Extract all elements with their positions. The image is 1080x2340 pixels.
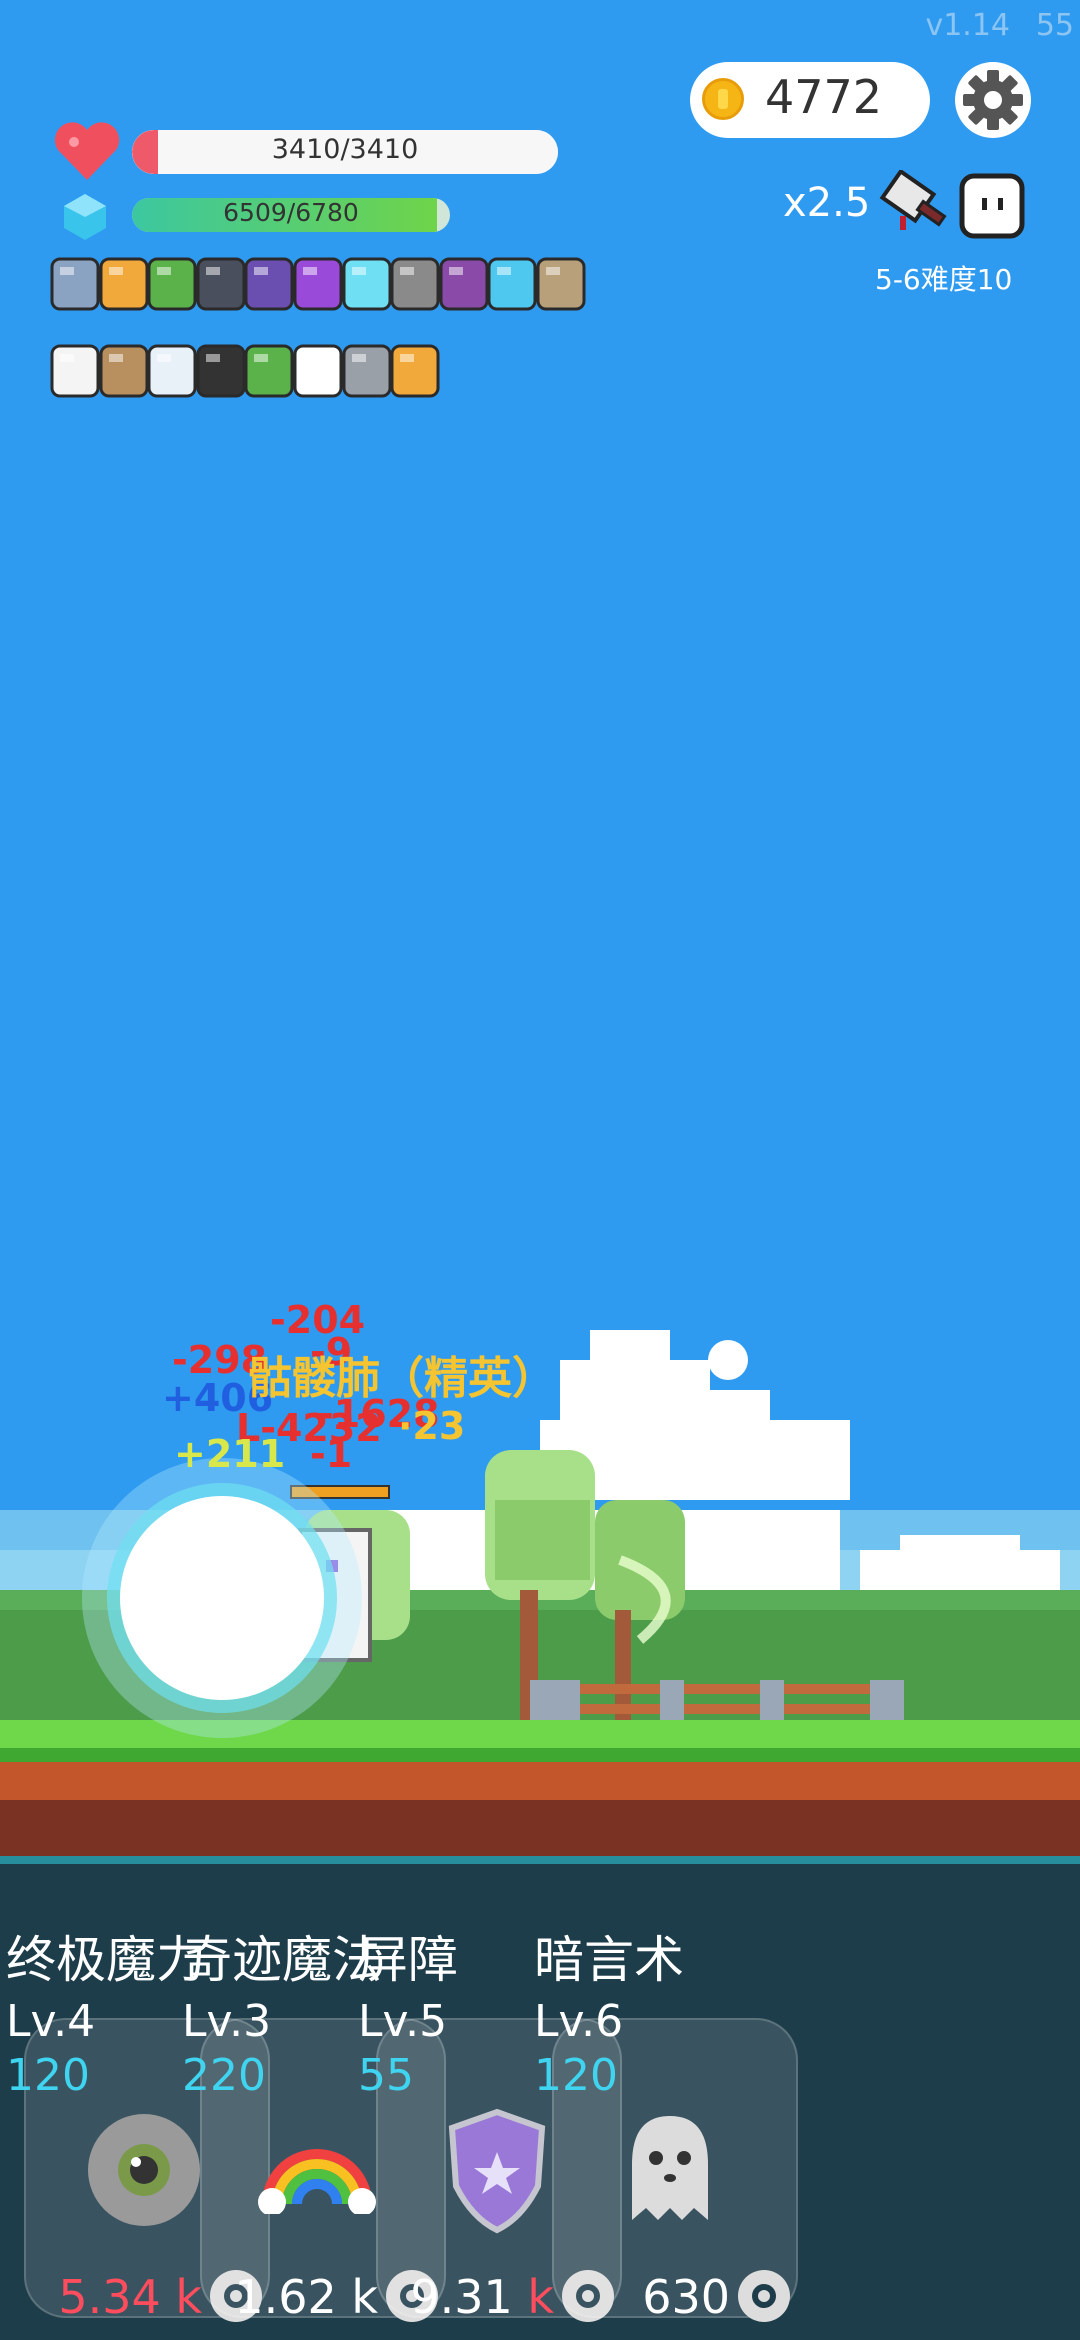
skill-damage-value: 9.31: [410, 2270, 513, 2324]
skill-damage-value: 1.62: [234, 2270, 337, 2324]
skill-level: Lv.6: [534, 1996, 624, 2047]
heart-icon: [52, 120, 122, 186]
dagger-icon[interactable]: [530, 253, 592, 315]
skill-damage-value: 630: [642, 2270, 730, 2324]
coin-icon: [702, 78, 744, 120]
gear-icon: [963, 70, 1023, 130]
damage-number: -1: [310, 1432, 353, 1476]
skill-cost: 220: [182, 2050, 266, 2101]
book-icon[interactable]: [384, 340, 446, 402]
mp-text: 6509/6780: [223, 198, 359, 227]
upgrade-icon[interactable]: [734, 2266, 794, 2326]
skill-level: Lv.3: [182, 1996, 272, 2047]
skill-name: 终极魔力: [6, 1931, 206, 1989]
skill-damage-value: 5.34: [58, 2270, 161, 2324]
ghost-enemy-icon: [958, 172, 1026, 244]
skill-name: 奇迹魔法: [182, 1931, 382, 1989]
skill-damage: 630: [642, 2270, 730, 2324]
skill-damage: 9.31 k: [410, 2270, 554, 2324]
skill-cost: 120: [6, 2050, 90, 2101]
skill-name: 暗言术: [534, 1931, 684, 1989]
eye-icon: [88, 2114, 200, 2226]
skill-slot-4[interactable]: 暗言术 Lv.6 120 630: [534, 1920, 800, 2324]
enemy-name: 骷髅肺（精英）: [248, 1353, 556, 1404]
skill-level: Lv.4: [6, 1996, 96, 2047]
cleaver-icon[interactable]: [878, 168, 952, 248]
skill-cost: 55: [358, 2050, 414, 2101]
version-label: v1.14: [925, 8, 1010, 43]
settings-button[interactable]: [955, 62, 1031, 138]
hp-text: 3410/3410: [271, 134, 419, 165]
skill-name: 屏障: [358, 1931, 458, 1989]
skill-damage: 5.34 k: [58, 2270, 202, 2324]
gold-value: 4772: [765, 70, 883, 124]
skill-damage: 1.62 k: [234, 2270, 378, 2324]
skill-level: Lv.5: [358, 1996, 448, 2047]
mana-crystal-icon: [60, 192, 110, 246]
rainbow-icon: [258, 2149, 376, 2214]
stage-difficulty: 5-6难度10: [875, 263, 1013, 296]
speed-multiplier[interactable]: x2.5: [783, 180, 870, 226]
damage-number: ·23: [398, 1404, 466, 1448]
heal-number: +211: [174, 1432, 286, 1476]
shield-star-icon: [448, 2108, 546, 2234]
fps-counter: 55: [1035, 8, 1074, 43]
ghost-icon: [632, 2116, 708, 2220]
magic-orb-effect: [82, 1458, 362, 1738]
skill-cost: 120: [534, 2050, 618, 2101]
